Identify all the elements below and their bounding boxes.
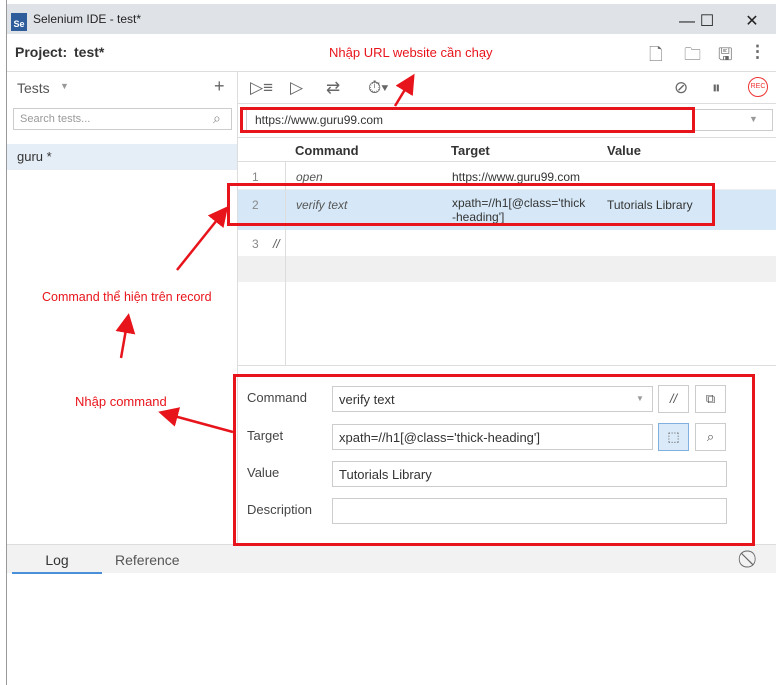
arrow-row (176, 206, 229, 271)
arrow-command (158, 407, 234, 434)
annotation-arrows (115, 73, 415, 434)
arrow-record (115, 313, 136, 359)
arrow-url (393, 73, 415, 107)
